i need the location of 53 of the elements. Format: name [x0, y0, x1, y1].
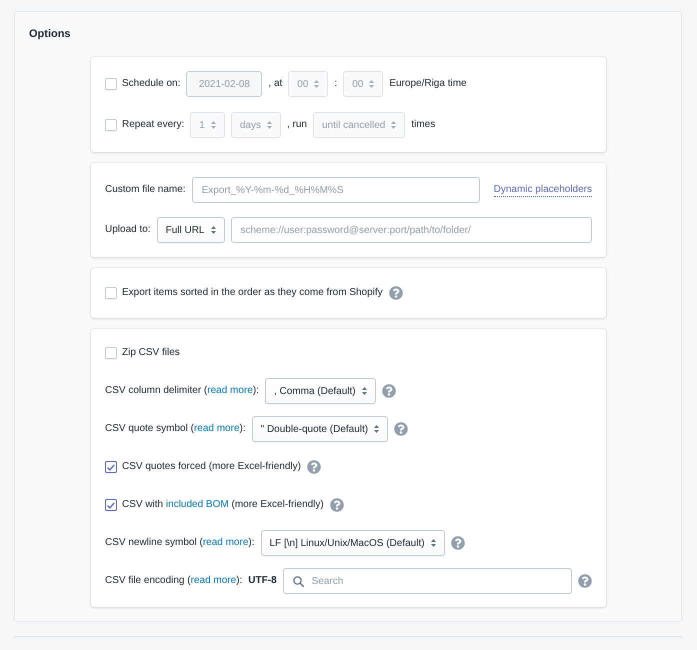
up-down-caret-icon	[391, 121, 396, 129]
dropdown[interactable]: LF [\n] Linux/Unix/MacOS (Default)	[260, 530, 445, 556]
inline-text: times	[411, 119, 436, 131]
encoding-value: UTF-8	[248, 575, 277, 587]
up-down-caret-icon	[266, 121, 272, 129]
field-label: Zip CSV files	[122, 347, 180, 359]
help-icon[interactable]	[382, 384, 396, 398]
field-label: CSV quotes forced (more Excel-friendly)	[122, 461, 301, 473]
up-down-caret-icon	[369, 80, 374, 88]
field-label: CSV column delimiter (read more):	[105, 385, 259, 397]
field-label: Custom file name:	[105, 184, 186, 196]
inline-text: :	[334, 78, 338, 90]
checkbox[interactable]	[105, 499, 117, 511]
checkmark-icon	[107, 464, 115, 470]
up-down-caret-icon	[362, 387, 367, 395]
checkbox[interactable]	[105, 461, 117, 473]
inline-link[interactable]: included BOM	[166, 499, 229, 510]
inline-link[interactable]: read more	[194, 423, 240, 434]
field-label: CSV newline symbol (read more):	[105, 537, 254, 549]
inline-link[interactable]: read more	[190, 575, 236, 586]
help-icon[interactable]	[388, 286, 403, 300]
help-icon[interactable]	[450, 536, 465, 550]
inline-text: Europe/Riga time	[389, 78, 467, 90]
field-label: CSV quote symbol (read more):	[105, 423, 246, 435]
inline-link[interactable]: read more	[207, 385, 253, 396]
help-icon[interactable]	[330, 498, 344, 512]
field-label: Repeat every:	[122, 119, 184, 131]
up-down-caret-icon	[210, 226, 216, 234]
section-title: Options	[29, 28, 72, 41]
inline-text: , at	[268, 78, 282, 90]
inline-text: , run	[286, 119, 307, 131]
file-name-input[interactable]: Export_%Y-%m-%d_%H%M%S	[192, 177, 480, 203]
up-down-caret-icon	[314, 80, 320, 88]
field-label: CSV with included BOM (more Excel-friendly)	[122, 499, 324, 511]
search-field[interactable]: Search	[282, 568, 572, 594]
checkmark-icon	[107, 502, 115, 508]
dynamic-placeholders-link[interactable]: Dynamic placeholders	[494, 184, 592, 196]
inline-link[interactable]: read more	[202, 537, 248, 548]
up-down-caret-icon	[374, 425, 380, 433]
help-icon[interactable]	[578, 574, 592, 588]
dropdown[interactable]: " Double-quote (Default)	[252, 416, 388, 442]
up-down-caret-icon	[210, 121, 216, 129]
search-icon	[292, 576, 304, 587]
help-icon[interactable]	[306, 460, 321, 474]
field-label: CSV file encoding (read more):	[105, 575, 242, 587]
dropdown[interactable]: Full URL	[156, 217, 224, 243]
help-icon[interactable]	[394, 422, 408, 436]
dropdown[interactable]: , Comma (Default)	[264, 378, 376, 404]
checkbox-label: Export items sorted in the order as they come from Shopify	[122, 287, 383, 299]
field-label: Schedule on:	[122, 78, 180, 90]
up-down-caret-icon	[430, 539, 436, 547]
url-input[interactable]: scheme://user:password@server:port/path/to/folder/	[230, 217, 592, 243]
field-label: Upload to:	[105, 224, 151, 236]
